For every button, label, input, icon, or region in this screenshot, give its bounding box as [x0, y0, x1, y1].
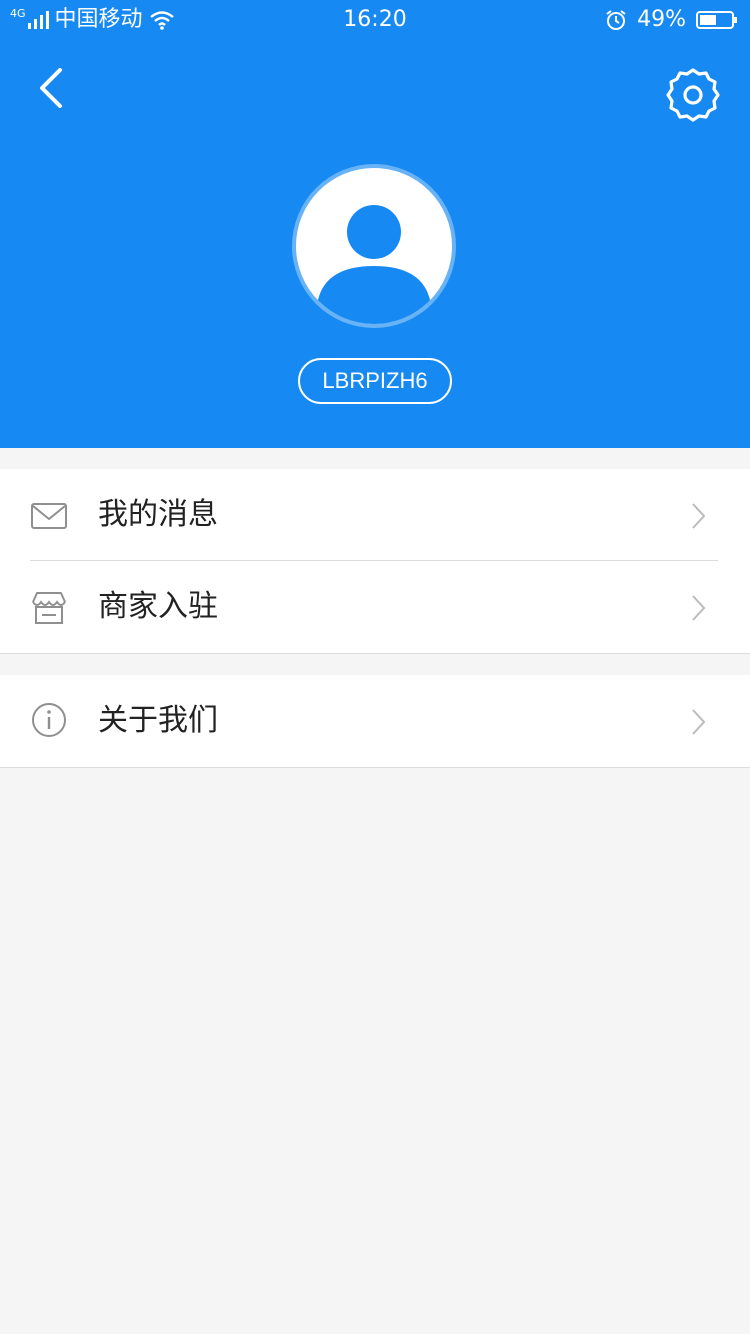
menu-item-about[interactable]: 关于我们 — [0, 675, 750, 767]
back-button[interactable] — [30, 60, 74, 116]
menu-item-messages[interactable]: 我的消息 — [0, 469, 750, 561]
menu-item-label: 我的消息 — [98, 497, 218, 532]
gear-icon — [666, 68, 720, 122]
chevron-right-icon — [692, 503, 706, 529]
user-avatar-icon — [318, 205, 430, 324]
mail-icon — [31, 503, 67, 529]
store-icon — [32, 592, 66, 624]
menu-item-label: 关于我们 — [98, 703, 218, 738]
username-badge[interactable]: LBRPIZH6 — [298, 358, 452, 404]
battery-icon — [696, 11, 737, 29]
alarm-icon — [606, 10, 626, 30]
menu-item-label: 商家入驻 — [98, 589, 218, 624]
menu-group-2: 关于我们 — [0, 675, 750, 768]
chevron-right-icon — [692, 709, 706, 735]
chevron-right-icon — [692, 595, 706, 621]
profile-header: 4G 中国移动 16:20 49% LBRPIZH6 — [0, 0, 750, 448]
battery-percent: 49% — [637, 7, 686, 32]
info-icon — [32, 703, 66, 737]
menu-item-merchant[interactable]: 商家入驻 — [0, 561, 750, 653]
status-right: 49% — [605, 0, 738, 40]
back-arrow-icon — [40, 68, 62, 108]
avatar[interactable] — [296, 168, 452, 324]
menu-group-1: 我的消息 商家入驻 — [0, 469, 750, 654]
status-bar: 4G 中国移动 16:20 49% — [0, 0, 750, 40]
settings-button[interactable] — [664, 66, 722, 124]
